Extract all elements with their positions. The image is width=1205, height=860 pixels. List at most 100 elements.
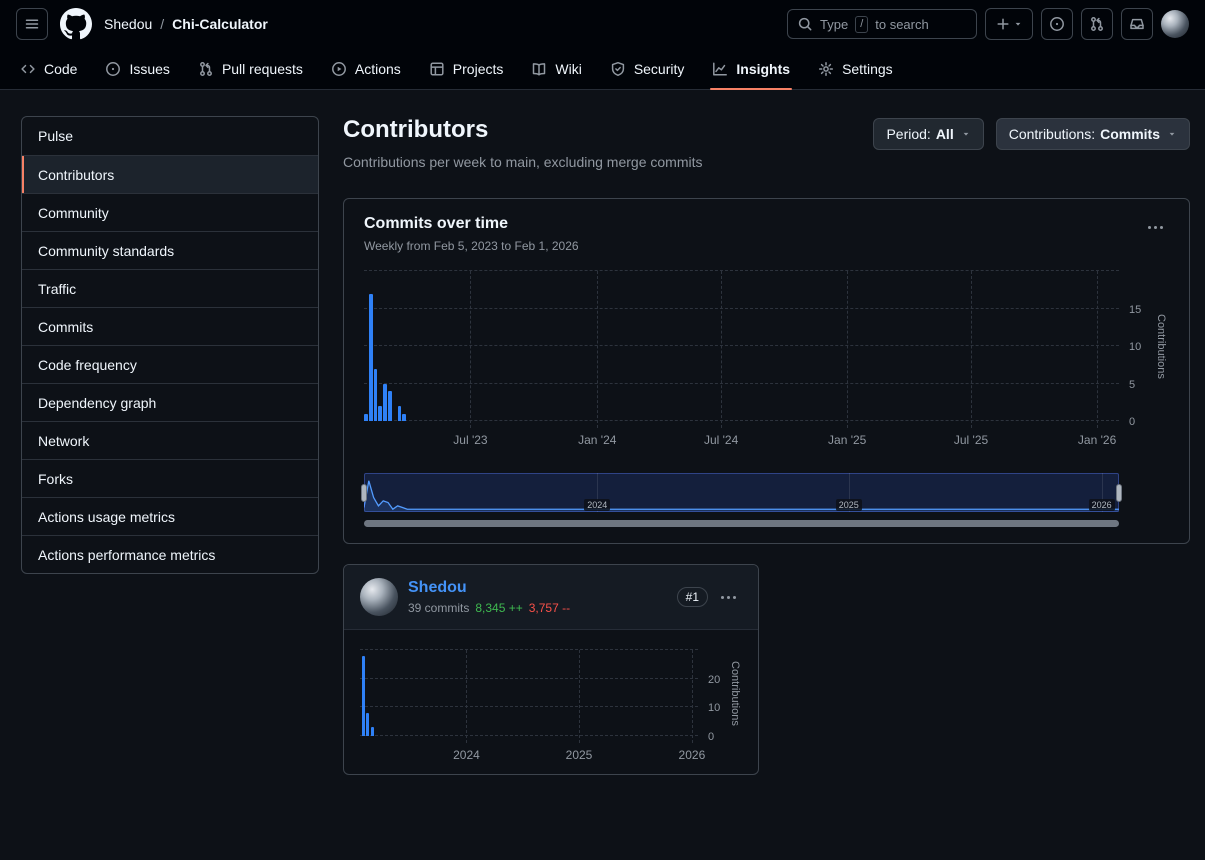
shield-icon bbox=[610, 61, 626, 77]
tab-issues[interactable]: Issues bbox=[95, 48, 179, 89]
tab-security[interactable]: Security bbox=[600, 48, 695, 89]
chart-scrollbar[interactable] bbox=[364, 520, 1119, 527]
sidebar-item-commits[interactable]: Commits bbox=[22, 307, 318, 345]
commit-bar[interactable] bbox=[366, 713, 370, 736]
sidebar-item-forks[interactable]: Forks bbox=[22, 459, 318, 497]
git-pull-request-icon bbox=[1089, 16, 1105, 32]
page-content: Pulse Contributors Community Community stan… bbox=[0, 90, 1205, 775]
contributor-name-link[interactable]: Shedou bbox=[408, 579, 570, 597]
search-placeholder-prefix: Type bbox=[820, 16, 849, 32]
gridline-vertical bbox=[691, 650, 693, 743]
kebab-dot bbox=[720, 595, 724, 599]
commit-bar[interactable] bbox=[364, 413, 368, 421]
brush-handle-left[interactable] bbox=[361, 483, 367, 502]
tab-pull-requests[interactable]: Pull requests bbox=[188, 48, 313, 89]
tab-wiki[interactable]: Wiki bbox=[521, 48, 591, 89]
gridline-vertical bbox=[597, 271, 599, 428]
table-icon bbox=[429, 61, 445, 77]
y-tick-label: 20 bbox=[708, 673, 721, 686]
commit-bar[interactable] bbox=[378, 406, 383, 421]
kebab-dot bbox=[1147, 225, 1151, 229]
kebab-dot bbox=[732, 595, 736, 599]
commit-bar[interactable] bbox=[370, 727, 374, 736]
contributor-additions: 8,345 ++ bbox=[475, 601, 523, 615]
inbox-button[interactable] bbox=[1121, 8, 1153, 40]
sidebar-item-pulse[interactable]: Pulse bbox=[22, 117, 318, 155]
book-icon bbox=[531, 61, 547, 77]
commit-bar[interactable] bbox=[368, 293, 373, 421]
tab-label: Projects bbox=[452, 60, 504, 77]
x-tick-label: Jul '23 bbox=[453, 433, 488, 447]
scrollbar-thumb[interactable] bbox=[364, 520, 1119, 527]
sidebar-item-code-frequency[interactable]: Code frequency bbox=[22, 345, 318, 383]
commit-bar[interactable] bbox=[397, 406, 402, 421]
timeline-brush[interactable]: 2024 2025 2026 bbox=[361, 473, 1122, 512]
code-icon bbox=[20, 61, 36, 77]
global-header: Shedou / Chi-Calculator Type / to search bbox=[0, 0, 1205, 48]
brush-year-label: 2026 bbox=[1088, 499, 1115, 511]
brush-handle-right[interactable] bbox=[1116, 483, 1122, 502]
chart-y-axis: 0 10 20 bbox=[698, 650, 728, 743]
pull-requests-dashboard-button[interactable] bbox=[1081, 8, 1113, 40]
issue-opened-icon bbox=[105, 61, 121, 77]
inbox-icon bbox=[1129, 16, 1145, 32]
page-title: Contributors bbox=[343, 116, 489, 143]
gridline-vertical bbox=[971, 271, 973, 428]
commit-bar[interactable] bbox=[373, 368, 378, 421]
contributor-stats: 39 commits 8,345 ++ 3,757 -- bbox=[408, 601, 570, 615]
contributor-card: Shedou 39 commits 8,345 ++ 3,757 -- #1 0… bbox=[343, 564, 759, 775]
tab-label: Pull requests bbox=[221, 60, 303, 77]
sidebar-item-network[interactable]: Network bbox=[22, 421, 318, 459]
sidebar-item-community-standards[interactable]: Community standards bbox=[22, 231, 318, 269]
sidebar-item-contributors[interactable]: Contributors bbox=[22, 155, 318, 193]
sidebar-item-traffic[interactable]: Traffic bbox=[22, 269, 318, 307]
commit-bar[interactable] bbox=[362, 655, 366, 736]
git-pull-request-icon bbox=[198, 61, 214, 77]
kebab-dot bbox=[1153, 225, 1157, 229]
gridline-horizontal bbox=[364, 345, 1119, 346]
contributions-filter-button[interactable]: Contributions: Commits bbox=[995, 118, 1190, 150]
x-tick-label: 2026 bbox=[678, 748, 706, 762]
card-menu-button[interactable] bbox=[1141, 215, 1169, 239]
hamburger-menu-button[interactable] bbox=[16, 8, 48, 40]
commit-bar[interactable] bbox=[388, 391, 392, 421]
github-logo[interactable] bbox=[60, 8, 92, 40]
period-filter-button[interactable]: Period: All bbox=[873, 118, 984, 150]
y-tick-label: 0 bbox=[708, 731, 715, 743]
plus-icon bbox=[995, 16, 1011, 32]
sidebar-item-label: Contributors bbox=[38, 166, 115, 183]
x-tick-label: Jul '25 bbox=[953, 433, 989, 447]
sidebar-item-label: Actions usage metrics bbox=[38, 508, 175, 525]
brush-selection[interactable] bbox=[364, 473, 1119, 512]
contributions-filter-label: Contributions: bbox=[1008, 126, 1096, 142]
chart-plot-area bbox=[360, 649, 698, 743]
search-input[interactable]: Type / to search bbox=[787, 9, 977, 39]
commits-over-time-chart: 0 5 10 15 Contributions Jul '23 Jan '24 Jul '… bbox=[364, 270, 1169, 447]
contributor-avatar[interactable] bbox=[360, 578, 398, 616]
breadcrumb-repo-link[interactable]: Chi-Calculator bbox=[172, 16, 268, 32]
create-new-button[interactable] bbox=[985, 8, 1033, 40]
github-mark-icon bbox=[60, 8, 92, 40]
tab-insights[interactable]: Insights bbox=[702, 48, 800, 90]
user-avatar[interactable] bbox=[1161, 10, 1189, 38]
commit-bar[interactable] bbox=[383, 383, 388, 421]
tab-actions[interactable]: Actions bbox=[321, 48, 411, 89]
search-placeholder-suffix: to search bbox=[875, 16, 929, 32]
sidebar-item-label: Traffic bbox=[38, 280, 77, 297]
sidebar-item-label: Community standards bbox=[38, 242, 175, 259]
sidebar-item-label: Forks bbox=[38, 470, 73, 487]
sidebar-item-actions-usage-metrics[interactable]: Actions usage metrics bbox=[22, 497, 318, 535]
sidebar-item-dependency-graph[interactable]: Dependency graph bbox=[22, 383, 318, 421]
filters: Period: All Contributions: Commits bbox=[873, 118, 1190, 150]
contributor-menu-button[interactable] bbox=[714, 585, 742, 609]
x-tick-label: Jan '24 bbox=[578, 433, 617, 447]
x-tick-label: 2025 bbox=[565, 748, 593, 762]
tab-settings[interactable]: Settings bbox=[808, 48, 903, 89]
tab-projects[interactable]: Projects bbox=[419, 48, 514, 89]
breadcrumb-owner-link[interactable]: Shedou bbox=[104, 16, 152, 32]
commit-bar[interactable] bbox=[402, 413, 407, 421]
sidebar-item-actions-performance-metrics[interactable]: Actions performance metrics bbox=[22, 535, 318, 573]
sidebar-item-community[interactable]: Community bbox=[22, 193, 318, 231]
tab-code[interactable]: Code bbox=[10, 48, 87, 89]
issues-dashboard-button[interactable] bbox=[1041, 8, 1073, 40]
